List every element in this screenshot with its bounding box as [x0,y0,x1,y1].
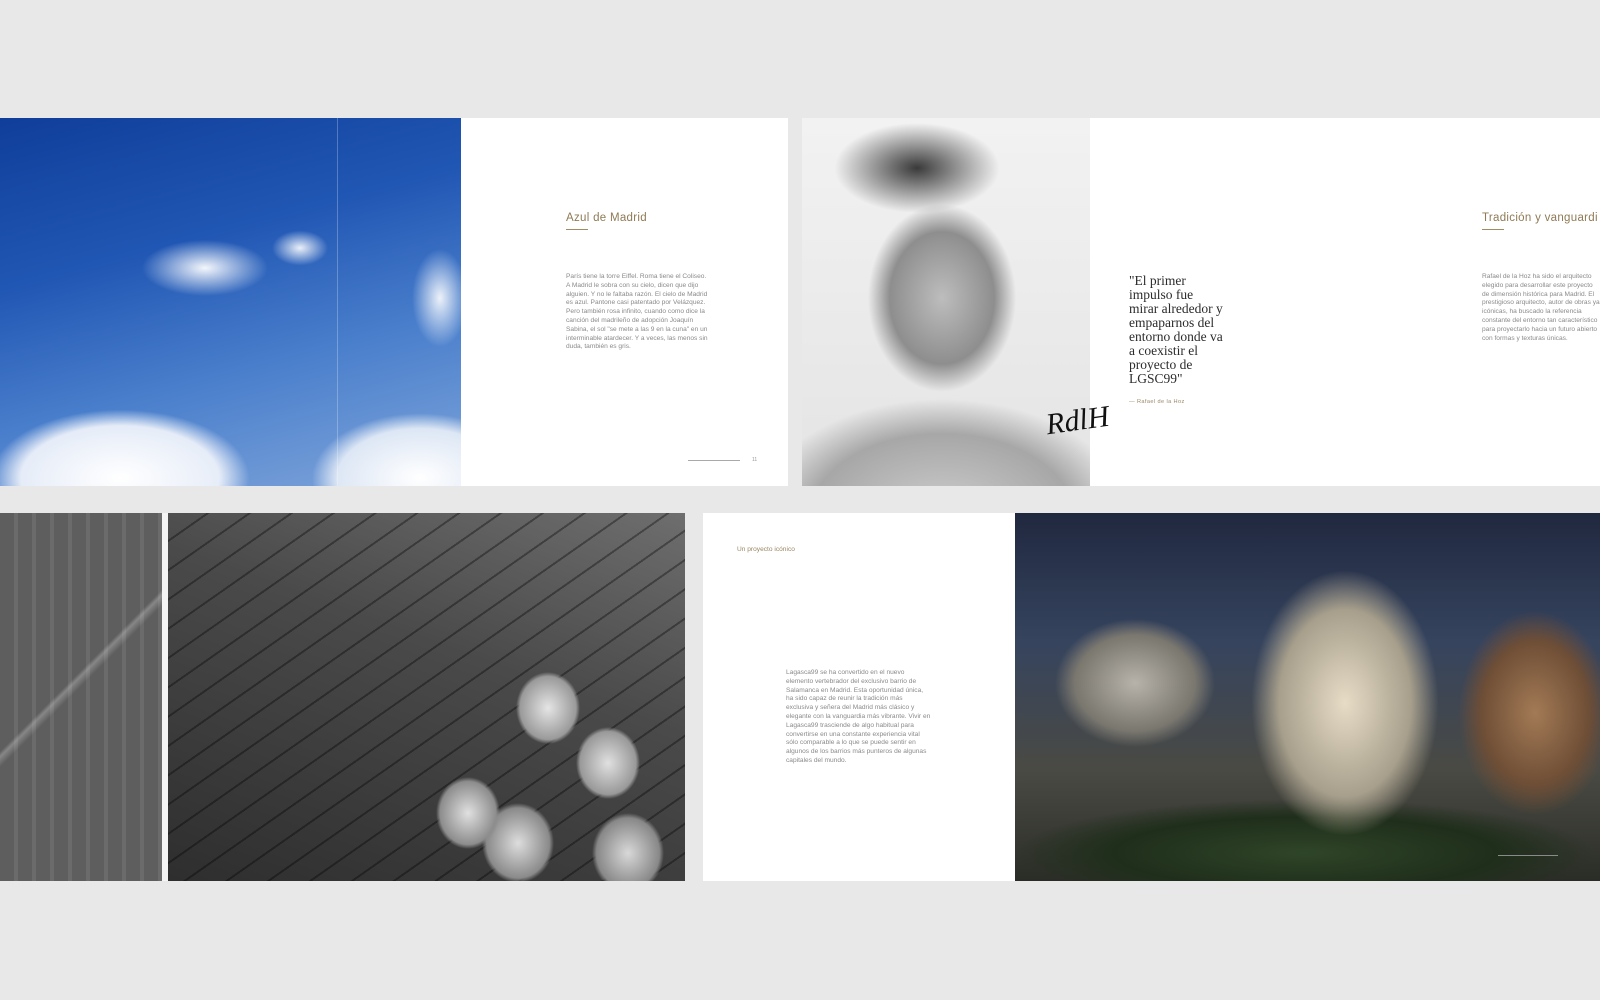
title-rule [1482,229,1504,230]
body-text: París tiene la torre Eiffel. Roma tiene … [566,273,708,351]
body-text: Rafael de la Hoz ha sido el arquitecto e… [1482,273,1600,342]
spread-tradicion: RdlH "El primer impulso fue mirar alrede… [802,118,1600,486]
pull-quote: "El primer impulso fue mirar alrededor y… [1129,273,1223,386]
page-seam [337,118,338,486]
section-title: Azul de Madrid [566,212,647,230]
body-text: Lagasca99 se ha convertido en el nuevo e… [786,669,931,764]
facade-photo [168,513,685,881]
footer-rule [1498,855,1558,856]
signature: RdlH [1043,399,1112,442]
building-night-photo [1015,513,1600,881]
spread-proyecto-iconico: Un proyecto icónico Lagasca99 se ha conv… [703,513,1600,881]
footer-rule [688,460,740,461]
section-title-text: Tradición y vanguardi [1482,212,1598,224]
sky-photo [0,118,461,486]
crane-photo [0,513,162,881]
section-title-text: Azul de Madrid [566,212,647,224]
title-rule [566,229,588,230]
page-number: 11 [752,457,758,463]
section-label: Un proyecto icónico [737,546,795,553]
spread-azul-de-madrid: Azul de Madrid París tiene la torre Eiff… [0,118,788,486]
section-title: Tradición y vanguardi [1482,212,1598,230]
spread-construction [0,513,685,881]
quote-credit: — Rafael de la Hoz [1129,399,1185,405]
